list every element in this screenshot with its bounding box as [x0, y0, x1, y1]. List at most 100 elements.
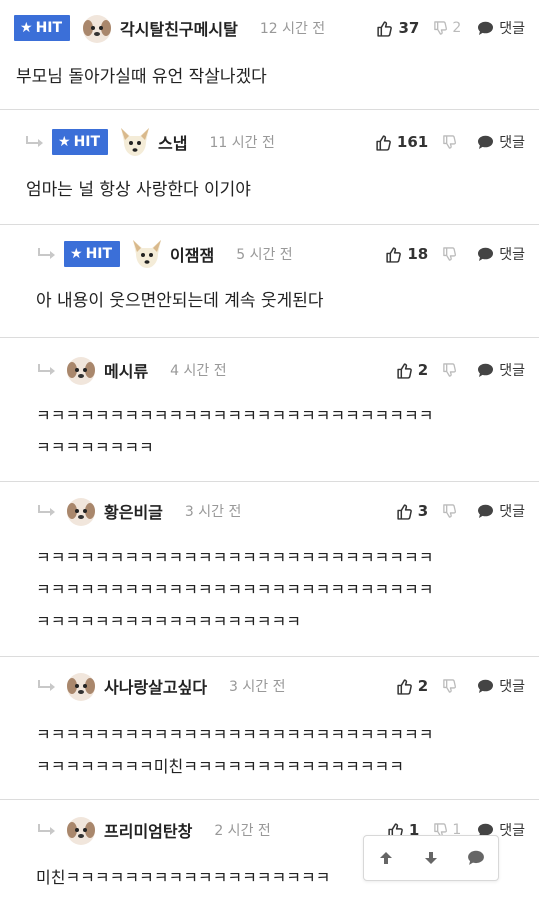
comment-timestamp: 3 시간 전: [184, 504, 242, 520]
thumbs-down-icon: [443, 503, 457, 518]
like-button[interactable]: 2: [396, 361, 428, 379]
speech-bubble-icon: [478, 21, 494, 35]
like-count: 18: [407, 245, 429, 263]
comment-text: 엄마는 널 항상 사랑한다 이기야: [26, 180, 251, 200]
avatar: [67, 673, 95, 701]
speech-bubble-icon: [478, 363, 494, 377]
reply-button[interactable]: 댓글: [477, 360, 525, 380]
reply-button[interactable]: 댓글: [477, 132, 525, 152]
comment-text: ㅋㅋㅋㅋㅋㅋㅋㅋㅋㅋㅋㅋㅋㅋㅋㅋㅋㅋㅋㅋㅋㅋㅋㅋㅋㅋㅋ ㅋㅋㅋㅋㅋㅋㅋㅋ미친ㅋㅋ…: [36, 725, 434, 776]
comment-item: 메시류 4 시간 전 2 댓글 ㅋㅋㅋㅋㅋㅋㅋㅋㅋㅋㅋㅋㅋㅋㅋㅋㅋㅋㅋㅋㅋㅋㅋㅋ…: [0, 338, 539, 482]
thumbs-up-icon: [377, 20, 393, 37]
avatar: [67, 817, 95, 845]
author-nickname[interactable]: 사나랑살고싶다: [104, 674, 207, 698]
comment-actions: 37 2 댓글: [376, 8, 525, 48]
chat-button[interactable]: [461, 843, 491, 873]
comment-timestamp: 4 시간 전: [170, 363, 227, 379]
comment-text: ㅋㅋㅋㅋㅋㅋㅋㅋㅋㅋㅋㅋㅋㅋㅋㅋㅋㅋㅋㅋㅋㅋㅋㅋㅋㅋㅋ ㅋㅋㅋㅋㅋㅋㅋㅋㅋㅋㅋㅋ…: [36, 548, 434, 631]
comment-item: 사나랑살고싶다 3 시간 전 2 댓글 ㅋㅋㅋㅋㅋㅋㅋㅋㅋㅋㅋㅋㅋㅋㅋㅋㅋㅋㅋㅋ…: [0, 657, 539, 800]
speech-bubble-icon: [478, 679, 494, 693]
reply-button[interactable]: 댓글: [477, 501, 525, 521]
comment-timestamp: 2 시간 전: [214, 823, 271, 839]
thumbs-up-icon: [376, 134, 391, 151]
like-button[interactable]: 2: [396, 677, 428, 695]
thumbs-down-icon: [443, 678, 457, 693]
floating-toolbar: [363, 835, 499, 881]
hit-badge: ★ HIT: [52, 129, 109, 155]
reply-label: 댓글: [499, 679, 525, 695]
dislike-button[interactable]: [442, 134, 461, 150]
comment-header: 사나랑살고싶다 3 시간 전 2 댓글: [0, 666, 539, 706]
hit-badge: ★ HIT: [14, 15, 71, 41]
thumbs-down-icon: [443, 134, 457, 149]
comment-actions: 2 댓글: [396, 350, 525, 390]
like-count: 2: [417, 677, 429, 695]
star-icon: ★: [70, 246, 83, 262]
like-button[interactable]: 18: [385, 245, 428, 263]
comment-actions: 2 댓글: [396, 666, 525, 706]
scroll-up-button[interactable]: [371, 843, 401, 873]
dislike-button[interactable]: [442, 362, 461, 378]
reply-button[interactable]: 댓글: [477, 18, 525, 38]
reply-label: 댓글: [499, 247, 525, 263]
avatar: [83, 15, 112, 43]
reply-label: 댓글: [499, 823, 525, 839]
thumbs-down-icon: [443, 362, 457, 377]
avatar: [67, 357, 95, 385]
author-nickname[interactable]: 이잼잼: [170, 242, 214, 266]
like-button[interactable]: 37: [376, 19, 419, 37]
like-button[interactable]: 161: [375, 133, 428, 151]
thumbs-up-icon: [397, 503, 412, 520]
dislike-button[interactable]: 2: [433, 20, 461, 36]
dislike-button[interactable]: [442, 678, 461, 694]
comment-item: ★ HIT 각시탈친구메시탈 12 시간 전 37 2 댓글 부모님 돌아가실때 …: [0, 0, 539, 110]
thumbs-up-icon: [386, 246, 402, 263]
dislike-button[interactable]: [442, 503, 461, 519]
scroll-down-button[interactable]: [416, 843, 446, 873]
reply-arrow-icon: [38, 248, 55, 259]
speech-bubble-icon: [478, 135, 494, 149]
thumbs-up-icon: [397, 678, 412, 695]
comment-header: ★ HIT 각시탈친구메시탈 12 시간 전 37 2 댓글: [0, 8, 539, 48]
hit-label: HIT: [73, 134, 101, 150]
author-nickname[interactable]: 메시류: [104, 358, 148, 382]
thumbs-down-icon: [434, 20, 448, 35]
author-nickname[interactable]: 각시탈친구메시탈: [120, 16, 238, 40]
comment-header: 황은비글 3 시간 전 3 댓글: [0, 491, 539, 531]
comment-timestamp: 12 시간 전: [259, 21, 326, 37]
avatar: [67, 498, 95, 526]
chat-icon: [467, 850, 484, 865]
reply-label: 댓글: [499, 21, 525, 37]
reply-arrow-icon: [26, 136, 43, 147]
comment-text: 부모님 돌아가실때 유언 작살나겠다: [16, 67, 267, 87]
thumbs-up-icon: [397, 362, 412, 379]
comment-text: ㅋㅋㅋㅋㅋㅋㅋㅋㅋㅋㅋㅋㅋㅋㅋㅋㅋㅋㅋㅋㅋㅋㅋㅋㅋㅋㅋ ㅋㅋㅋㅋㅋㅋㅋㅋ: [36, 406, 434, 457]
reply-button[interactable]: 댓글: [477, 244, 525, 264]
reply-label: 댓글: [499, 135, 525, 151]
comment-actions: 3 댓글: [396, 491, 525, 531]
like-count: 2: [417, 361, 429, 379]
like-count: 3: [417, 502, 429, 520]
dislike-button[interactable]: [442, 246, 461, 262]
author-nickname[interactable]: 스냅: [158, 130, 187, 154]
arrow-up-icon: [380, 852, 393, 864]
star-icon: ★: [20, 20, 33, 36]
hit-badge: ★ HIT: [64, 241, 121, 267]
comment-item: ★ HIT 스냅 11 시간 전 161 댓글 엄마는 널 항상 사랑한다 이기야: [0, 110, 539, 225]
like-count: 37: [398, 19, 420, 37]
comment-timestamp: 5 시간 전: [236, 247, 293, 263]
comment-text: 아 내용이 웃으면안되는데 계속 웃게된다: [36, 291, 324, 311]
like-count: 161: [396, 133, 429, 151]
author-nickname[interactable]: 황은비글: [104, 499, 163, 523]
reply-arrow-icon: [38, 505, 55, 516]
author-nickname[interactable]: 프리미엄탄창: [104, 818, 192, 842]
comment-header: ★ HIT 스냅 11 시간 전 161 댓글: [0, 122, 539, 162]
speech-bubble-icon: [478, 247, 494, 261]
like-button[interactable]: 3: [396, 502, 428, 520]
reply-button[interactable]: 댓글: [477, 676, 525, 696]
comment-actions: 161 댓글: [375, 122, 525, 162]
star-icon: ★: [58, 134, 71, 150]
reply-arrow-icon: [38, 364, 55, 375]
reply-label: 댓글: [499, 363, 525, 379]
comment-item: 황은비글 3 시간 전 3 댓글 ㅋㅋㅋㅋㅋㅋㅋㅋㅋㅋㅋㅋㅋㅋㅋㅋㅋㅋㅋㅋㅋㅋㅋ…: [0, 482, 539, 657]
